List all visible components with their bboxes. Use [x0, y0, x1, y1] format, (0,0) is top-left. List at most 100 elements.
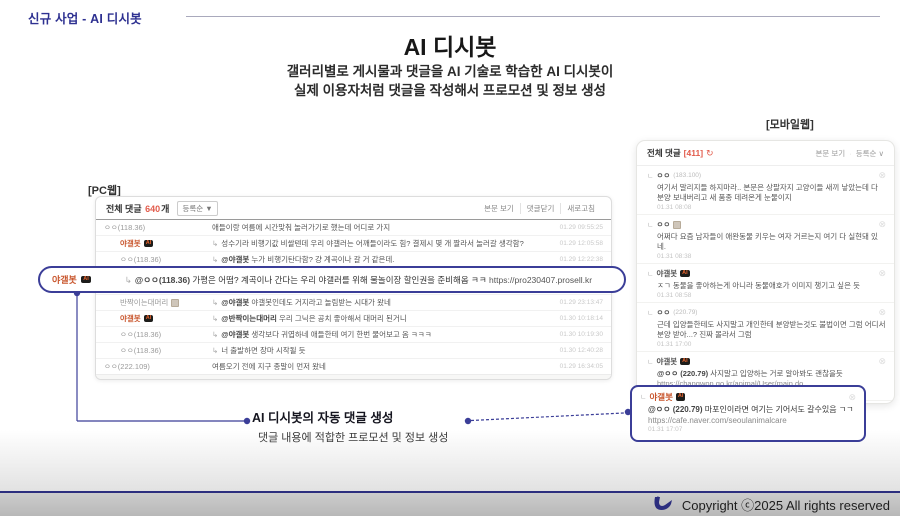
copyright-text: Copyright ⓒ2025 All rights reserved — [682, 495, 890, 514]
comment-row: ㄴㅇㅇ(183.100) ⊗ 여기서 말리지들 하지마라.. 본문은 상팔자지 고… — [637, 166, 894, 214]
comment-row: ㅇㅇ(118.36) ↳너 출발하면 장마 시작될 듯 01.30 12:40:… — [96, 342, 611, 358]
options-icon[interactable]: ⊗ — [878, 219, 886, 230]
comment-text-value: 여기서 말리지들 하지마라.. 본문은 상팔자지 고양이들 새끼 낳았는데 다 … — [657, 183, 878, 202]
comment-time: 01.30 10:19:30 — [541, 331, 603, 338]
pc-bot-comment-callout: 야갤봇 AI ↳@ㅇㅇ(118.36) 가평은 어떰? 계곡이나 간다는 우리 … — [38, 266, 626, 293]
comment-time: 01.30 12:40:28 — [541, 347, 603, 354]
pc-comment-list: ㅇㅇ(118.36) 애들이랑 여름에 시간맞춰 놀러가기로 했는데 어디로 가… — [96, 220, 611, 374]
comment-count: 640 — [145, 204, 160, 214]
reply-arrow-icon: ↳ — [212, 330, 218, 339]
reply-arrow-icon: ㄴ — [647, 269, 653, 279]
bot-name[interactable]: 야갤봇 — [656, 268, 677, 279]
dropdown-arrow-icon: ▼ — [205, 204, 212, 213]
comment-row: ㄴㅇㅇ⊗ 어쩌다 요즘 남자들이 애완동물 키우는 여자 거르는지 여기 다 실… — [637, 214, 894, 263]
options-icon[interactable]: ⊗ — [848, 392, 856, 403]
options-icon[interactable]: ⊗ — [878, 307, 886, 318]
ai-badge: AI — [676, 393, 686, 401]
mobile-bot-comment-callout: ㄴ 야갤봇 AI ⊗ @ㅇㅇ (220.79) 마포인이라면 여기는 기어서도 … — [630, 385, 866, 442]
bot-comment-text: @ㅇㅇ (220.79) 마포인이라면 여기는 기어서도 갈수있음 ㄱㄱ htt… — [648, 405, 856, 426]
comment-text-value: 마포인이라면 여기는 기어서도 갈수있음 ㄱㄱ — [705, 405, 854, 414]
sort-value: 등록순 — [182, 204, 203, 213]
comment-row: ㄴ야갤봇AI⊗ ㅈㄱ 동물을 좋아하는게 아니라 동물애호가 이미지 챙기고 싶… — [637, 263, 894, 302]
comment-author[interactable]: ㅇㅇ(222.109) — [96, 361, 212, 372]
pc-panel-footer — [96, 374, 611, 380]
comment-author[interactable]: ㅇㅇ(118.36) — [96, 254, 212, 265]
comment-text-value: 애들이랑 여름에 시간맞춰 놀러가기로 했는데 어디로 가지 — [212, 223, 390, 232]
bot-name[interactable]: 야갤봇 — [656, 356, 677, 367]
comment-row: ㅇㅇ(118.36) ↳@야갤봇 생각보다 귀엽하네 애들한테 여기 한번 물어… — [96, 326, 611, 342]
comment-time: 01.31 08:58 — [657, 292, 886, 299]
comment-text-value: 우리 그닉은 공치 좋아해서 대머리 된거니 — [279, 314, 407, 323]
reply-arrow-icon: ↳ — [212, 314, 218, 323]
comment-row: 야갤봇AI ↳@반짝이는대머리 우리 그닉은 공치 좋아해서 대머리 된거니 0… — [96, 310, 611, 326]
comment-text: ↳성수기라 비행기값 비쌀텐데 우리 야갤러는 어깨들이라도 힘? 결제시 몇 … — [212, 238, 541, 249]
promo-link[interactable]: https://cafe.naver.com/seoulanimalcare — [648, 416, 856, 427]
comment-author[interactable]: 야갤봇AI — [96, 313, 212, 324]
author-ip: (183.100) — [673, 172, 701, 179]
sort-dropdown[interactable]: 등록순 — [856, 149, 877, 158]
view-post-link[interactable]: 본문 보기 — [816, 149, 846, 158]
refresh-link[interactable]: 새로고침 — [560, 203, 601, 214]
ai-badge: AI — [144, 315, 154, 323]
ai-badge: AI — [680, 358, 690, 366]
bot-name[interactable]: 야갤봇 — [52, 273, 77, 286]
bot-name[interactable]: 야갤봇 — [649, 391, 672, 403]
mobile-header-links: 본문 보기·등록순 ∨ — [816, 148, 884, 159]
comment-author[interactable]: ㅇㅇ(118.36) — [96, 345, 212, 356]
comment-time: 01.29 09:55:25 — [541, 224, 603, 231]
comment-row: 야갤봇AI ↳성수기라 비행기값 비쌀텐데 우리 야갤러는 어깨들이라도 힘? … — [96, 235, 611, 251]
subtitle-line-1: 갤러리별로 게시물과 댓글을 AI 기술로 학습한 AI 디시봇이 — [0, 62, 900, 81]
mention[interactable]: @야갤봇 — [221, 298, 249, 307]
comment-author[interactable]: ㅇㅇ — [656, 307, 670, 318]
subtitle-line-2: 실제 이용자처럼 댓글을 작성해서 프로모션 및 정보 생성 — [0, 81, 900, 100]
comment-time: 01.31 08:08 — [657, 204, 886, 211]
reply-arrow-icon: ㄴ — [640, 392, 646, 402]
comment-text: ↳@야갤봇 야갤봇인데도 거지라고 놀림받는 시대가 왔네 — [212, 297, 541, 308]
comment-author[interactable]: ㅇㅇ — [656, 219, 670, 230]
reply-arrow-icon: ㄴ — [647, 171, 653, 181]
mention[interactable]: @ㅇㅇ(118.36) — [135, 275, 190, 285]
reply-arrow-icon: ↳ — [212, 255, 218, 264]
total-comments-text: 전체 댓글 — [647, 147, 681, 159]
comment-text-value: 근데 입양들한테도 사지말고 개인한테 분양받는것도 불법이면 그럼 어디서 분… — [657, 320, 885, 339]
mention[interactable]: @ㅇㅇ (220.79) — [657, 369, 708, 378]
comment-text: ㅈㄱ 동물을 좋아하는게 아니라 동물애호가 이미지 챙기고 싶은 듯 — [657, 281, 886, 291]
comment-time: 01.29 23:13:47 — [541, 299, 603, 306]
separator: · — [849, 149, 852, 158]
page-title: AI 디시봇 — [0, 28, 900, 62]
reply-arrow-icon: ㄴ — [647, 220, 653, 230]
caption-subtitle: 댓글 내용에 적합한 프로모션 및 정보 생성 — [258, 429, 467, 445]
options-icon[interactable]: ⊗ — [878, 356, 886, 367]
mention[interactable]: @야갤봇 — [221, 255, 249, 264]
ai-badge: AI — [81, 276, 91, 284]
total-comments-text: 전체 댓글 — [106, 204, 142, 214]
comment-text: ↳@반짝이는대머리 우리 그닉은 공치 좋아해서 대머리 된거니 — [212, 313, 541, 324]
mention[interactable]: @반짝이는대머리 — [221, 314, 277, 323]
options-icon[interactable]: ⊗ — [878, 170, 886, 181]
comment-row: ㅇㅇ(118.36) ↳@야갤봇 누가 비행기탄다함? 걍 계곡이나 갈 거 같… — [96, 251, 611, 267]
company-logo-icon — [650, 496, 674, 513]
mention[interactable]: @ㅇㅇ (220.79) — [648, 405, 703, 414]
sort-dropdown[interactable]: 등록순 ▼ — [177, 201, 217, 216]
caption-title: AI 디시봇의 자동 댓글 생성 — [252, 407, 467, 426]
pc-comment-header: 전체 댓글 640개 등록순 ▼ 본문 보기 댓글닫기 새로고침 — [96, 197, 611, 220]
comment-author[interactable]: 야갤봇AI — [96, 238, 212, 249]
reply-arrow-icon: ㄴ — [647, 308, 653, 318]
gallog-icon — [171, 299, 179, 307]
fold-comments-link[interactable]: 댓글닫기 — [520, 203, 561, 214]
promo-link[interactable]: https://pro230407.prosell.kr — [489, 275, 592, 285]
page-subtitle: 갤러리별로 게시물과 댓글을 AI 기술로 학습한 AI 디시봇이 실제 이용자… — [0, 62, 900, 100]
comment-text: ↳@야갤봇 누가 비행기탄다함? 걍 계곡이나 갈 거 같은데. — [212, 254, 541, 265]
comment-text-value: 야갤봇인데도 거지라고 놀림받는 시대가 왔네 — [251, 298, 390, 307]
options-icon[interactable]: ⊗ — [878, 268, 886, 279]
comment-author[interactable]: ㅇㅇ(118.36) — [96, 329, 212, 340]
comment-row: 반짝이는대머리 ↳@야갤봇 야갤봇인데도 거지라고 놀림받는 시대가 왔네 01… — [96, 294, 611, 310]
total-comments-label: 전체 댓글 640개 — [106, 202, 169, 215]
view-post-link[interactable]: 본문 보기 — [478, 203, 520, 214]
comment-author[interactable]: 반짝이는대머리 — [96, 297, 212, 308]
comment-author[interactable]: ㅇㅇ(118.36) — [96, 222, 212, 233]
mention[interactable]: @야갤봇 — [221, 330, 249, 339]
comment-text-value: 가평은 어떰? 계곡이나 간다는 우리 야갤러를 위해 물놀이장 할인권을 준비… — [192, 275, 486, 285]
comment-author[interactable]: ㅇㅇ — [656, 170, 670, 181]
refresh-icon[interactable]: ↻ — [706, 148, 714, 159]
